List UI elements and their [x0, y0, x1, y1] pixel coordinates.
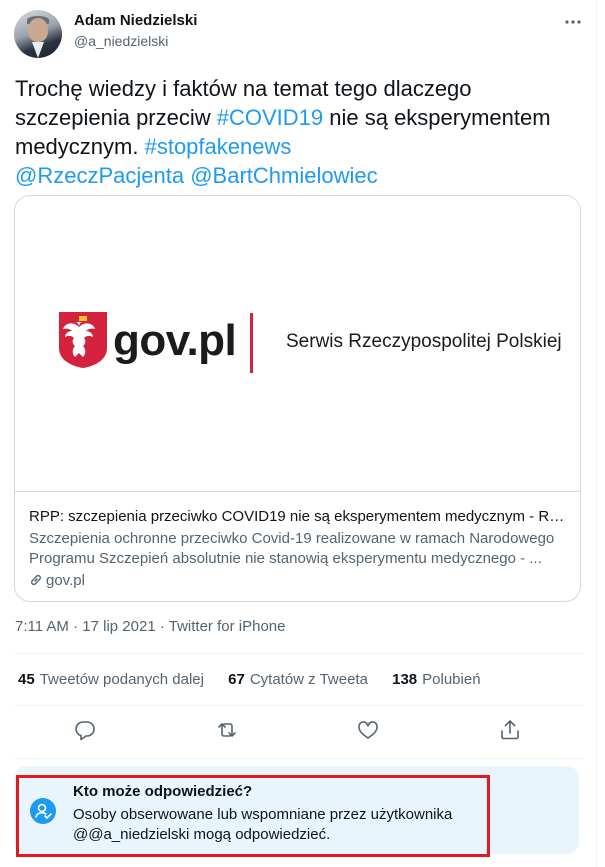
card-text: RPP: szczepienia przeciwko COVID19 nie s… [29, 507, 569, 591]
tweet-meta: 7:11 AM · 17 lip 2021 · Twitter for iPho… [15, 618, 285, 635]
more-icon[interactable] [561, 12, 585, 36]
retweet-icon[interactable] [215, 718, 239, 742]
reply-icon[interactable] [73, 718, 97, 742]
likes-count: 138 [392, 671, 418, 688]
mention-rzeczpacjenta[interactable]: @RzeczPacjenta [15, 163, 184, 188]
card-title: RPP: szczepienia przeciwko COVID19 nie s… [29, 508, 569, 525]
action-bar [0, 718, 605, 746]
hashtag-covid19[interactable]: #COVID19 [217, 105, 323, 130]
tweet-header: Adam Niedzielski @a_niedzielski [14, 10, 585, 60]
retweets-label: Tweetów podanych dalej [39, 671, 204, 688]
tweet-source[interactable]: Twitter for iPhone [169, 618, 286, 635]
divider [14, 705, 585, 706]
avatar[interactable] [14, 10, 62, 58]
quotes-label: Cytatów z Tweeta [249, 671, 368, 688]
link-icon [31, 574, 41, 586]
likes-stat[interactable]: 138 Polubień [392, 671, 480, 688]
quotes-stat[interactable]: 67 Cytatów z Tweeta [228, 671, 368, 688]
eagle-emblem [59, 312, 107, 368]
divider [14, 653, 585, 654]
retweets-stat[interactable]: 45 Tweetów podanych dalej [18, 671, 204, 688]
tweet-text: Trochę wiedzy i faktów na temat tego dla… [15, 74, 580, 190]
card-domain: gov.pl [29, 571, 569, 591]
author-handle[interactable]: @a_niedzielski [74, 33, 168, 49]
divider [14, 758, 585, 759]
meta-separator: · [159, 618, 169, 635]
hashtag-stopfakenews[interactable]: #stopfakenews [145, 134, 292, 159]
logo-divider [250, 313, 253, 373]
tweet-stats: 45 Tweetów podanych dalej 67 Cytatów z Twe… [18, 671, 501, 688]
service-name: Serwis Rzeczypospolitej Polskiej [286, 331, 562, 352]
meta-separator: · [73, 618, 83, 635]
quotes-count: 67 [228, 671, 245, 688]
mention-bartchmielowiec[interactable]: @BartChmielowiec [190, 163, 377, 188]
tweet-time[interactable]: 7:11 AM [15, 618, 69, 635]
retweets-count: 45 [18, 671, 35, 688]
card-domain-label: gov.pl [46, 572, 85, 589]
card-image: gov.pl Serwis Rzeczypospolitej Polskiej [15, 196, 580, 492]
link-card[interactable]: gov.pl Serwis Rzeczypospolitej Polskiej … [14, 195, 581, 602]
share-icon[interactable] [498, 718, 522, 742]
card-description: Szczepienia ochronne przeciwko Covid-19 … [29, 530, 555, 567]
gov-logo-text: gov.pl [113, 316, 237, 365]
likes-label: Polubień [422, 671, 481, 688]
author-name[interactable]: Adam Niedzielski [74, 12, 197, 29]
like-icon[interactable] [356, 718, 380, 742]
tweet-date[interactable]: 17 lip 2021 [82, 618, 155, 635]
highlight-outline [16, 775, 490, 857]
